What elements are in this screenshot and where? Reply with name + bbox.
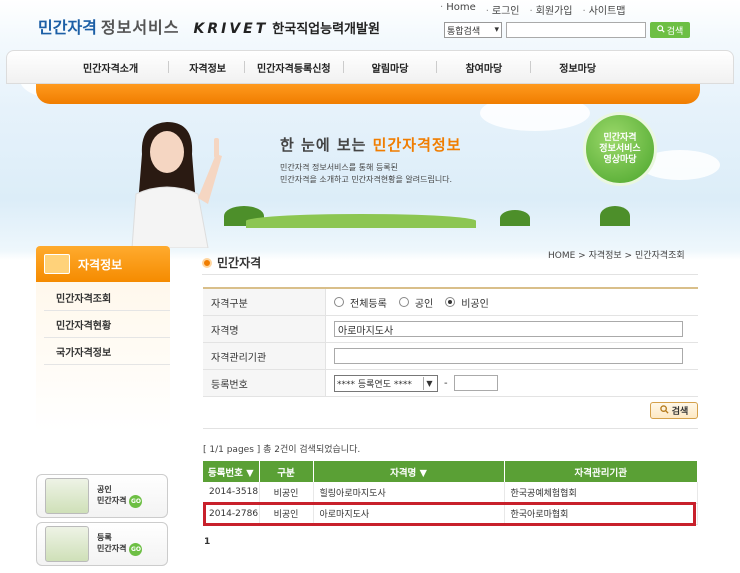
- search-input[interactable]: [506, 22, 646, 38]
- search-scope-value: 통합검색: [447, 26, 481, 37]
- hero-description: 민간자격 정보서비스를 통해 등록된 민간자격을 소개하고 민간자격현황을 알려…: [280, 163, 453, 184]
- form-row-type: 자격구분 전체등록 공인 비공인: [203, 289, 698, 316]
- nav-item-notice[interactable]: 알림마당: [372, 60, 409, 75]
- nav-item-qualification-info[interactable]: 자격정보: [189, 60, 226, 75]
- reg-year-select[interactable]: **** 등록연도 **** ▼: [334, 374, 438, 392]
- result-summary: [ 1/1 pages ] 총 2건이 검색되었습니다.: [203, 445, 361, 455]
- page-title: 민간자격: [202, 254, 261, 271]
- reg-number-input[interactable]: [453, 375, 498, 391]
- qualification-name-input[interactable]: 아로마지도사: [334, 321, 683, 337]
- logo-text: 민간자격: [38, 18, 97, 37]
- document-icon: [44, 254, 70, 274]
- form-row-name: 자격명 아로마지도사: [203, 316, 698, 343]
- home-link[interactable]: Home: [440, 2, 476, 17]
- tree-decoration: [500, 210, 530, 226]
- certified-qualification-banner[interactable]: 공인 민간자격 GO: [36, 474, 168, 518]
- radio-all[interactable]: [334, 297, 344, 307]
- utility-links: Home 로그인 회원가입 사이트맵: [440, 2, 626, 17]
- search-icon: [659, 404, 669, 417]
- model-illustration: [131, 122, 222, 248]
- bullet-icon: [202, 257, 212, 268]
- sidebar-title: 자격정보: [36, 246, 170, 282]
- column-header-org: 자격관리기관: [504, 461, 698, 482]
- go-icon: GO: [129, 495, 143, 508]
- chevron-down-icon: ▼: [423, 376, 435, 390]
- column-header-type: 구분: [259, 461, 314, 482]
- main-nav: 민간자격소개 자격정보 민간자격등록신청 알림마당 참여마당 정보마당: [6, 50, 734, 84]
- sidebar-item-status[interactable]: 민간자격현황: [44, 311, 170, 338]
- site-logo[interactable]: 민간자격 정보서비스 KRIVET 한국직업능력개발원: [38, 14, 380, 38]
- sitemap-link[interactable]: 사이트맵: [583, 2, 626, 17]
- go-icon: GO: [129, 543, 143, 556]
- chevron-down-icon: ▾: [494, 25, 499, 35]
- search-button[interactable]: 검색: [650, 22, 690, 38]
- type-label: 자격구분: [203, 289, 326, 315]
- org-input[interactable]: [334, 348, 683, 364]
- nav-accent-bar: [36, 84, 700, 104]
- radio-uncertified[interactable]: [445, 297, 456, 307]
- search-icon: [656, 24, 665, 36]
- nav-item-info[interactable]: 정보마당: [559, 60, 596, 75]
- column-header-name[interactable]: 자격명 ▼: [313, 461, 505, 482]
- cell-type: 비공인: [259, 482, 314, 504]
- regno-label: 등록번호: [203, 370, 326, 396]
- logo-text: 정보서비스: [100, 18, 180, 37]
- search-scope-select[interactable]: 통합검색 ▾: [444, 22, 502, 38]
- pagination-current[interactable]: 1: [204, 537, 210, 547]
- registered-qualification-banner[interactable]: 등록 민간자격 GO: [36, 522, 168, 566]
- hero-title: 한 눈에 보는 민간자격정보: [280, 136, 462, 154]
- column-header-regno[interactable]: 등록번호 ▼: [203, 461, 260, 482]
- cell-regno: 2014-3518: [203, 482, 260, 504]
- hero-title-highlight: 민간자격정보: [372, 136, 462, 154]
- form-search-button[interactable]: 검색: [650, 402, 698, 419]
- cell-org: 한국공예체험협회: [504, 482, 698, 504]
- tree-decoration: [600, 206, 630, 226]
- table-row[interactable]: 2014-3518 비공인 힐링아로마지도사 한국공예체험협회: [203, 482, 698, 504]
- form-row-regno: 등록번호 **** 등록연도 **** ▼ -: [203, 370, 698, 397]
- login-link[interactable]: 로그인: [486, 2, 520, 17]
- nav-item-intro[interactable]: 민간자격소개: [83, 60, 138, 75]
- radio-certified[interactable]: [398, 297, 409, 307]
- org-logo: KRIVET: [193, 21, 269, 37]
- certificate-icon: [45, 478, 89, 514]
- highlight-box: [203, 502, 696, 526]
- nav-item-participation[interactable]: 참여마당: [465, 60, 502, 75]
- form-row-org: 자격관리기관: [203, 343, 698, 370]
- nav-item-registration[interactable]: 민간자격등록신청: [257, 60, 331, 75]
- cell-name-link[interactable]: 힐링아로마지도사: [313, 482, 505, 504]
- breadcrumb: HOME > 자격정보 > 민간자격조회: [548, 251, 685, 261]
- hill-decoration: [246, 214, 476, 228]
- name-label: 자격명: [203, 316, 326, 342]
- sidebar-item-search[interactable]: 민간자격조회: [44, 284, 170, 311]
- signup-link[interactable]: 회원가입: [530, 2, 573, 17]
- search-form: 자격구분 전체등록 공인 비공인 자격명 아로마지도사 자격관리기관 등록번호 …: [203, 287, 698, 397]
- video-corner-button[interactable]: 민간자격 정보서비스 영상마당: [583, 112, 657, 186]
- header-search: 통합검색 ▾ 검색: [444, 22, 690, 38]
- org-label: 자격관리기관: [203, 343, 326, 369]
- search-button-label: 검색: [666, 26, 684, 37]
- sidebar-menu: 민간자격조회 민간자격현황 국가자격정보: [44, 284, 170, 365]
- document-icon: [45, 526, 89, 562]
- sidebar-item-national[interactable]: 국가자격정보: [44, 338, 170, 365]
- org-name: 한국직업능력개발원: [272, 22, 380, 37]
